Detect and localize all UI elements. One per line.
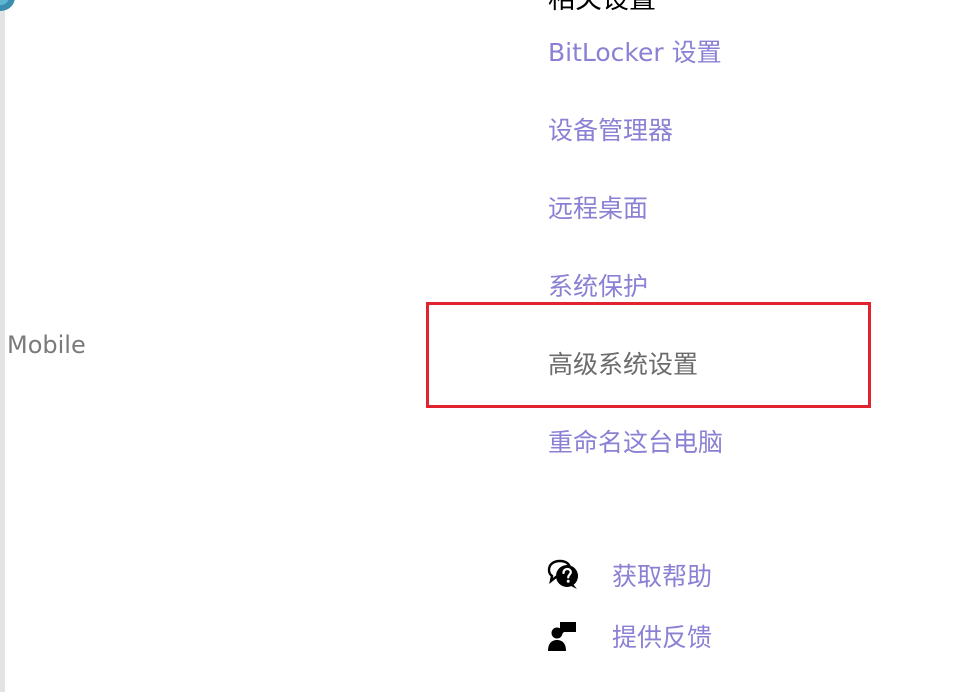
get-help-label[interactable]: 获取帮助 xyxy=(612,559,712,595)
rename-pc-link[interactable]: 重命名这台电脑 xyxy=(548,426,723,460)
feedback-label[interactable]: 提供反馈 xyxy=(612,620,712,656)
mobile-label: Mobile xyxy=(7,331,86,359)
related-settings-heading: 相关设置 xyxy=(548,0,656,16)
system-protection-link[interactable]: 系统保护 xyxy=(548,270,648,304)
app-icon xyxy=(0,0,15,11)
person-feedback-icon xyxy=(548,622,576,651)
settings-page: Mobile 相关设置 BitLocker 设置 设备管理器 远程桌面 系统保护… xyxy=(0,0,957,692)
remote-desktop-link[interactable]: 远程桌面 xyxy=(548,192,648,226)
advanced-system-settings-link[interactable]: 高级系统设置 xyxy=(548,348,698,382)
chat-question-icon xyxy=(547,559,578,589)
left-panel-border xyxy=(0,0,5,692)
device-manager-link[interactable]: 设备管理器 xyxy=(548,114,673,148)
bitlocker-settings-link[interactable]: BitLocker 设置 xyxy=(548,36,722,70)
